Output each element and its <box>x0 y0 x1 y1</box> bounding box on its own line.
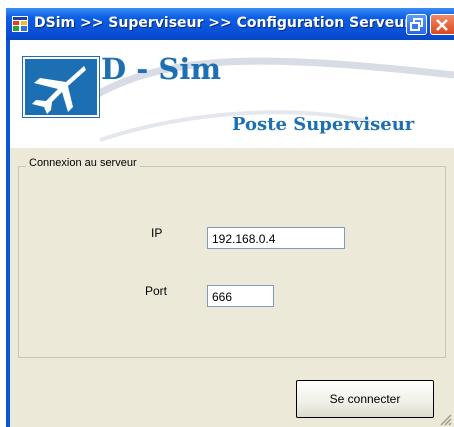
restore-icon <box>410 18 423 31</box>
ip-label: IP <box>151 226 163 240</box>
title-bar[interactable]: DSim >> Superviseur >> Configuration Ser… <box>6 8 454 40</box>
restore-button[interactable] <box>406 14 427 35</box>
logo <box>22 56 100 118</box>
port-input[interactable]: 666 <box>207 285 274 307</box>
close-icon <box>436 19 448 31</box>
resize-grip-icon[interactable] <box>438 412 452 426</box>
close-button[interactable] <box>430 14 454 35</box>
app-window: DSim >> Superviseur >> Configuration Ser… <box>6 8 454 427</box>
groupbox-title: Connexion au serveur <box>26 157 140 169</box>
window-title: DSim >> Superviseur >> Configuration Ser… <box>34 15 412 31</box>
port-label: Port <box>145 284 168 298</box>
jet-plane-logo <box>23 57 99 117</box>
header-banner: D - Sim Poste Superviseur <box>10 40 454 148</box>
window-client-area: D - Sim Poste Superviseur Connexion au s… <box>10 40 454 427</box>
brand-subtitle: Poste Superviseur <box>232 114 415 135</box>
connection-groupbox <box>18 166 446 358</box>
app-window-icon[interactable] <box>12 16 28 32</box>
connect-button[interactable]: Se connecter <box>296 380 434 418</box>
ip-input[interactable]: 192.168.0.4 <box>207 227 345 249</box>
brand-name: D - Sim <box>101 52 222 86</box>
